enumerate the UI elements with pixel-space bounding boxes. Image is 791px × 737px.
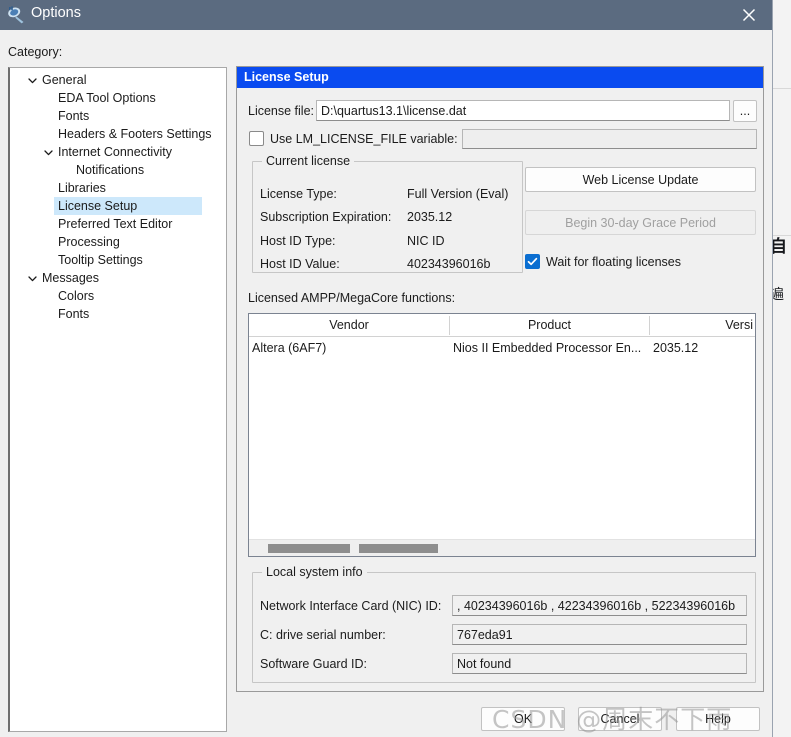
window-title: Options <box>31 5 81 21</box>
web-license-update-button[interactable]: Web License Update <box>525 167 756 192</box>
current-license-value-2: NIC ID <box>407 234 445 248</box>
sidebar-item-label: Notifications <box>76 163 145 177</box>
sidebar-item-eda-tool-options[interactable]: EDA Tool Options <box>10 89 226 107</box>
sidebar-item-label: Fonts <box>58 307 90 321</box>
local-info-value-1[interactable] <box>452 624 747 645</box>
ok-button[interactable]: OK <box>481 707 565 731</box>
cell-version: 2035.12 <box>653 341 699 355</box>
current-license-label-2: Host ID Type: <box>260 234 336 248</box>
column-header-product[interactable]: Product <box>450 314 649 336</box>
quartus-app-icon <box>7 6 25 24</box>
wait-floating-licenses-label: Wait for floating licenses <box>546 255 682 269</box>
local-system-info-group-title: Local system info <box>262 565 367 579</box>
sidebar-item-label: Headers & Footers Settings <box>58 127 212 141</box>
chevron-down-icon[interactable] <box>24 269 40 287</box>
horizontal-scrollbar-thumb-right[interactable] <box>359 544 438 553</box>
license-file-label: License file: <box>248 104 315 118</box>
license-file-browse-button[interactable]: ... <box>733 100 757 122</box>
sidebar-item-internet-connectivity[interactable]: Internet Connectivity <box>10 143 226 161</box>
sidebar-item-tooltip-settings[interactable]: Tooltip Settings <box>10 251 226 269</box>
sidebar-item-license-setup[interactable]: License Setup <box>10 197 226 215</box>
licensed-functions-label: Licensed AMPP/MegaCore functions: <box>248 291 456 305</box>
sidebar-item-headers-footers-settings[interactable]: Headers & Footers Settings <box>10 125 226 143</box>
sidebar-item-label: Internet Connectivity <box>58 145 172 159</box>
cancel-button[interactable]: Cancel <box>578 707 662 731</box>
bg-text-fragment-bottom: 遍 <box>773 284 784 304</box>
local-info-value-2[interactable] <box>452 653 747 674</box>
sidebar-item-libraries[interactable]: Libraries <box>10 179 226 197</box>
current-license-value-3: 40234396016b <box>407 257 491 271</box>
local-info-label-1: C: drive serial number: <box>260 628 386 642</box>
sidebar-item-label: Fonts <box>58 109 90 123</box>
bg-divider-line <box>773 88 791 89</box>
options-dialog: Options Category: General EDA Tool Option… <box>0 0 772 737</box>
sidebar-item-messages[interactable]: Messages <box>10 269 226 287</box>
sidebar-item-label: Colors <box>58 289 95 303</box>
sidebar-item-notifications[interactable]: Notifications <box>10 161 226 179</box>
sidebar-item-processing[interactable]: Processing <box>10 233 226 251</box>
local-info-value-0[interactable] <box>452 595 747 616</box>
sidebar-item-fonts[interactable]: Fonts <box>10 305 226 323</box>
bg-text-fragment-top: 自 <box>773 232 787 257</box>
sidebar-item-label: Messages <box>42 271 99 285</box>
title-bar: Options <box>0 0 772 30</box>
horizontal-scrollbar[interactable] <box>249 539 755 556</box>
current-license-label-3: Host ID Value: <box>260 257 340 271</box>
chevron-down-icon[interactable] <box>24 71 40 89</box>
lm-license-file-input[interactable] <box>462 129 757 149</box>
close-icon[interactable] <box>726 0 772 30</box>
category-tree[interactable]: General EDA Tool Options Fonts Headers & Fo… <box>8 67 227 732</box>
current-license-value-0: Full Version (Eval) <box>407 187 509 201</box>
table-header-row: Vendor Product Versi <box>249 314 755 337</box>
chevron-down-icon[interactable] <box>40 143 56 161</box>
current-license-label-1: Subscription Expiration: <box>260 210 392 224</box>
sidebar-item-label: Processing <box>58 235 120 249</box>
use-lm-license-file-label: Use LM_LICENSE_FILE variable: <box>270 132 458 146</box>
local-info-label-0: Network Interface Card (NIC) ID: <box>260 599 442 613</box>
sidebar-item-colors[interactable]: Colors <box>10 287 226 305</box>
background-window-sliver: 自 遍 <box>772 0 791 737</box>
sidebar-item-preferred-text-editor[interactable]: Preferred Text Editor <box>10 215 226 233</box>
category-label: Category: <box>8 45 63 59</box>
sidebar-item-label: Preferred Text Editor <box>58 217 173 231</box>
sidebar-item-label: Tooltip Settings <box>58 253 143 267</box>
cell-vendor: Altera (6AF7) <box>252 341 327 355</box>
horizontal-scrollbar-thumb-left[interactable] <box>268 544 350 553</box>
license-file-input[interactable] <box>316 100 730 121</box>
begin-grace-period-button: Begin 30-day Grace Period <box>525 210 756 235</box>
licensed-functions-table[interactable]: Vendor Product Versi Altera (6AF7) Nios … <box>248 313 756 557</box>
page-title: License Setup <box>237 67 763 88</box>
current-license-label-0: License Type: <box>260 187 337 201</box>
cell-product: Nios II Embedded Processor En... <box>453 341 642 355</box>
column-header-version[interactable]: Versi <box>650 314 755 336</box>
sidebar-item-general[interactable]: General <box>10 71 226 89</box>
sidebar-item-label: General <box>42 73 87 87</box>
use-lm-license-file-checkbox[interactable] <box>249 131 264 146</box>
help-button[interactable]: Help <box>676 707 760 731</box>
sidebar-item-label: EDA Tool Options <box>58 91 156 105</box>
sidebar-item-label: License Setup <box>58 199 138 213</box>
column-header-vendor[interactable]: Vendor <box>249 314 449 336</box>
current-license-value-1: 2035.12 <box>407 210 453 224</box>
wait-floating-licenses-checkbox[interactable] <box>525 254 540 269</box>
sidebar-item-label: Libraries <box>58 181 106 195</box>
sidebar-item-fonts[interactable]: Fonts <box>10 107 226 125</box>
current-license-group-title: Current license <box>262 154 355 168</box>
local-info-label-2: Software Guard ID: <box>260 657 367 671</box>
